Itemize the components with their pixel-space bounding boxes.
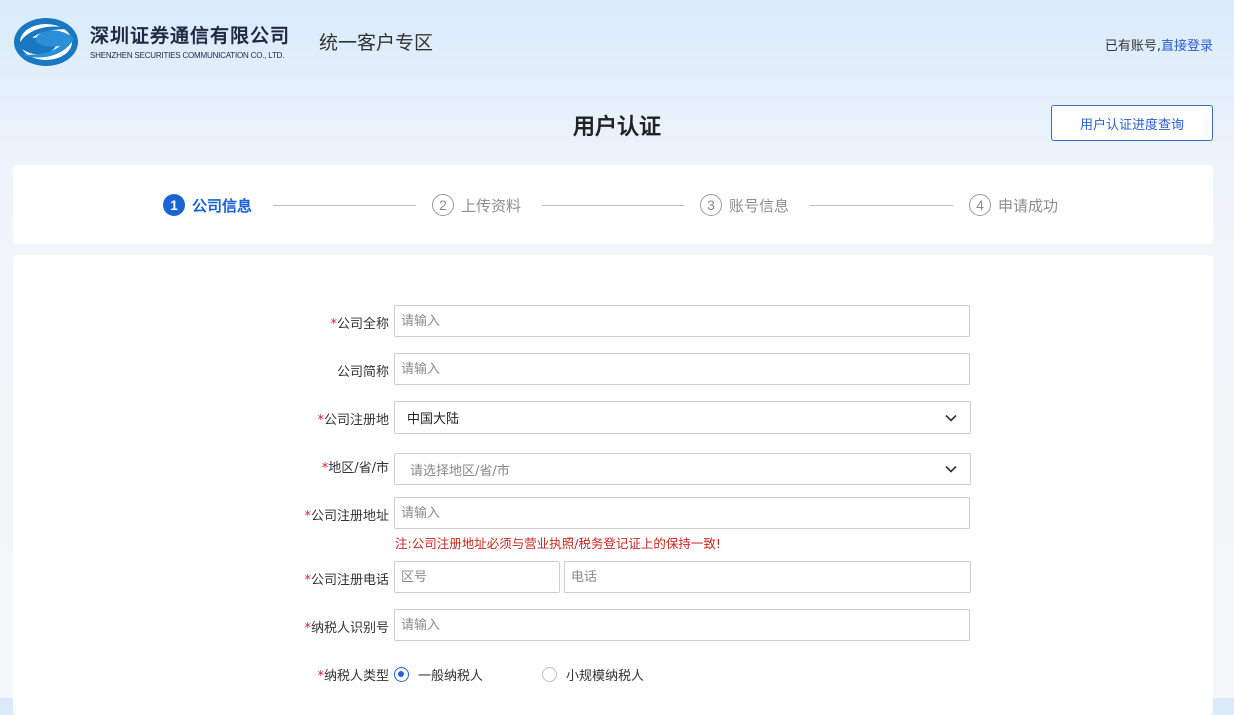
registered-address-input[interactable] [394,497,970,529]
step-connector [273,205,416,206]
page-title: 用户认证 [572,115,661,140]
chevron-down-icon [945,465,957,473]
registration-place-select[interactable]: 中国大陆 [394,401,971,434]
step-connector [810,205,953,206]
login-prompt-text: 已有账号, [1104,39,1161,54]
step-upload-materials: 2 上传资料 [432,193,521,217]
region-label: *地区/省/市 [322,457,389,476]
direct-login-link[interactable]: 直接登录 [1161,39,1213,54]
registered-phone-label: *公司注册电话 [304,569,389,588]
region-select[interactable]: 请选择地区/省/市 [394,453,971,485]
company-name-cn: 深圳证券通信有限公司 [90,25,291,47]
company-logo [14,18,78,66]
step-number: 2 [432,194,454,216]
label-text: 公司全称 [336,317,389,332]
company-short-name-input[interactable] [394,353,970,385]
area-code-input[interactable] [394,561,560,593]
phone-number-input[interactable] [564,561,971,593]
step-number: 1 [163,194,185,216]
zone-title: 统一客户专区 [319,32,434,54]
step-label: 公司信息 [192,196,253,215]
auth-progress-query-button[interactable]: 用户认证进度查询 [1051,105,1213,141]
label-text: 纳税人类型 [323,669,389,684]
steps-bar: 1 公司信息 2 上传资料 3 账号信息 4 申请成功 [13,165,1213,244]
step-label: 申请成功 [998,196,1059,215]
step-label: 账号信息 [729,196,790,215]
taxpayer-type-radio-group: 一般纳税人 小规模纳税人 [394,665,644,684]
registration-place-label: *公司注册地 [317,409,389,428]
step-number: 4 [969,194,991,216]
radio-selected-icon[interactable] [394,667,409,682]
step-apply-success: 4 申请成功 [969,193,1058,217]
step-number: 3 [700,194,722,216]
chevron-down-icon [945,414,957,422]
radio-general-taxpayer[interactable]: 一般纳税人 [394,665,483,684]
company-full-name-label: *公司全称 [330,313,389,332]
label-text: 地区/省/市 [328,461,389,476]
step-connector [542,205,684,206]
label-text: 公司注册地 [323,413,389,428]
company-name-en: SHENZHEN SECURITIES COMMUNICATION CO., L… [90,51,285,60]
company-full-name-input[interactable] [394,305,970,337]
taxpayer-id-input[interactable] [394,609,970,641]
login-prompt: 已有账号,直接登录 [1105,35,1213,54]
taxpayer-id-label: *纳税人识别号 [304,617,389,636]
registered-address-label: *公司注册地址 [304,505,389,524]
taxpayer-type-label: *纳税人类型 [317,665,389,684]
step-label: 上传资料 [461,196,522,215]
step-company-info: 1 公司信息 [163,193,252,217]
radio-label: 一般纳税人 [418,669,484,684]
step-account-info: 3 账号信息 [700,193,789,217]
label-text: 公司注册地址 [310,509,389,524]
label-text: 纳税人识别号 [310,621,389,636]
radio-small-scale-taxpayer[interactable]: 小规模纳税人 [542,665,644,684]
company-short-name-label: 公司简称 [336,365,389,380]
registration-place-value: 中国大陆 [407,412,460,427]
company-info-form: *公司全称 公司简称 *公司注册地 中国大陆 *地区/省/市 请选择地区/省/市… [13,255,1213,715]
region-placeholder: 请选择地区/省/市 [410,463,510,479]
address-consistency-note: 注:公司注册地址必须与营业执照/税务登记证上的保持一致! [395,536,721,551]
radio-label: 小规模纳税人 [566,669,645,684]
radio-unselected-icon[interactable] [542,667,558,682]
label-text: 公司注册电话 [310,573,389,588]
